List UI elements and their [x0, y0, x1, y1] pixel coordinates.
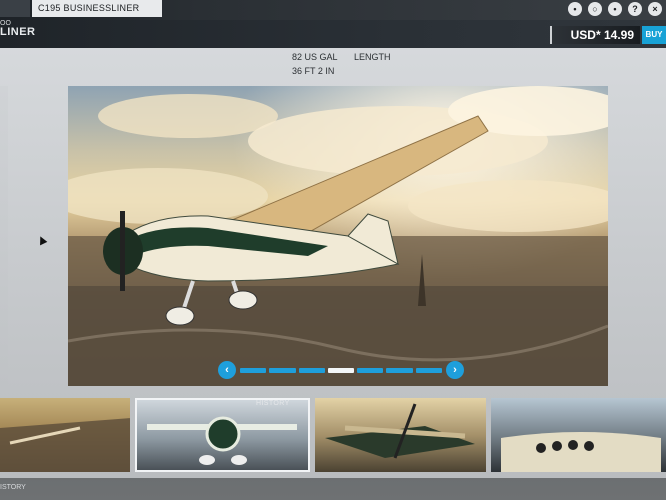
- help-icon[interactable]: ?: [628, 2, 642, 16]
- carousel-prev-button[interactable]: ‹: [218, 361, 236, 379]
- user-icon[interactable]: •: [568, 2, 582, 16]
- thumbnail-front-image: [147, 416, 298, 465]
- carousel-dot[interactable]: [240, 367, 267, 373]
- hero-image: [68, 86, 608, 386]
- settings-icon[interactable]: •: [608, 2, 622, 16]
- image-carousel-nav: ‹ ›: [218, 361, 464, 379]
- thumbnail-strip: [0, 398, 666, 472]
- carousel-dot-active[interactable]: [327, 367, 355, 373]
- thumbnail-city-image: [0, 418, 131, 472]
- aircraft-specs: 82 US GAL LENGTH 36 FT 2 IN: [292, 50, 405, 78]
- carousel-dot[interactable]: [269, 367, 296, 373]
- close-icon[interactable]: ×: [648, 2, 662, 16]
- thumbnail-front-view[interactable]: [135, 398, 311, 472]
- history-caption: HISTORY: [256, 400, 290, 407]
- length-value: 36 FT 2 IN: [292, 66, 335, 76]
- search-icon[interactable]: ○: [588, 2, 602, 16]
- aircraft-title: LINER: [0, 26, 36, 38]
- price-label: USD* 14.99: [550, 26, 640, 44]
- length-label: LENGTH: [354, 52, 391, 62]
- tab-c195-businessliner[interactable]: C195 BUSINESSLINER: [32, 0, 162, 17]
- thumbnail-cockpit[interactable]: [491, 398, 666, 472]
- top-icon-bar: • ○ • ? ×: [568, 2, 662, 16]
- carousel-dot[interactable]: [386, 367, 413, 373]
- buy-button[interactable]: BUY: [642, 26, 666, 44]
- left-rail: [0, 86, 8, 386]
- carousel-dot[interactable]: [415, 367, 442, 373]
- aircraft-photo: [68, 86, 608, 386]
- top-strip: C195 BUSINESSLINER • ○ • ? ×: [0, 0, 666, 20]
- thumbnail-side-view[interactable]: [315, 398, 487, 472]
- fuel-capacity: 82 US GAL: [292, 52, 338, 62]
- carousel-dot[interactable]: [298, 367, 325, 373]
- history-footer-caption: ISTORY: [0, 484, 26, 491]
- carousel-dot[interactable]: [357, 367, 384, 373]
- carousel-dots: [236, 367, 446, 373]
- thumbnail-cockpit-image: [501, 432, 662, 472]
- thumbnail-city[interactable]: [0, 398, 131, 472]
- tab-previous[interactable]: [0, 0, 30, 17]
- thumbnail-side-image: [325, 403, 476, 459]
- screen: C195 BUSINESSLINER • ○ • ? × OO LINER US…: [0, 0, 666, 478]
- carousel-next-button[interactable]: ›: [446, 361, 464, 379]
